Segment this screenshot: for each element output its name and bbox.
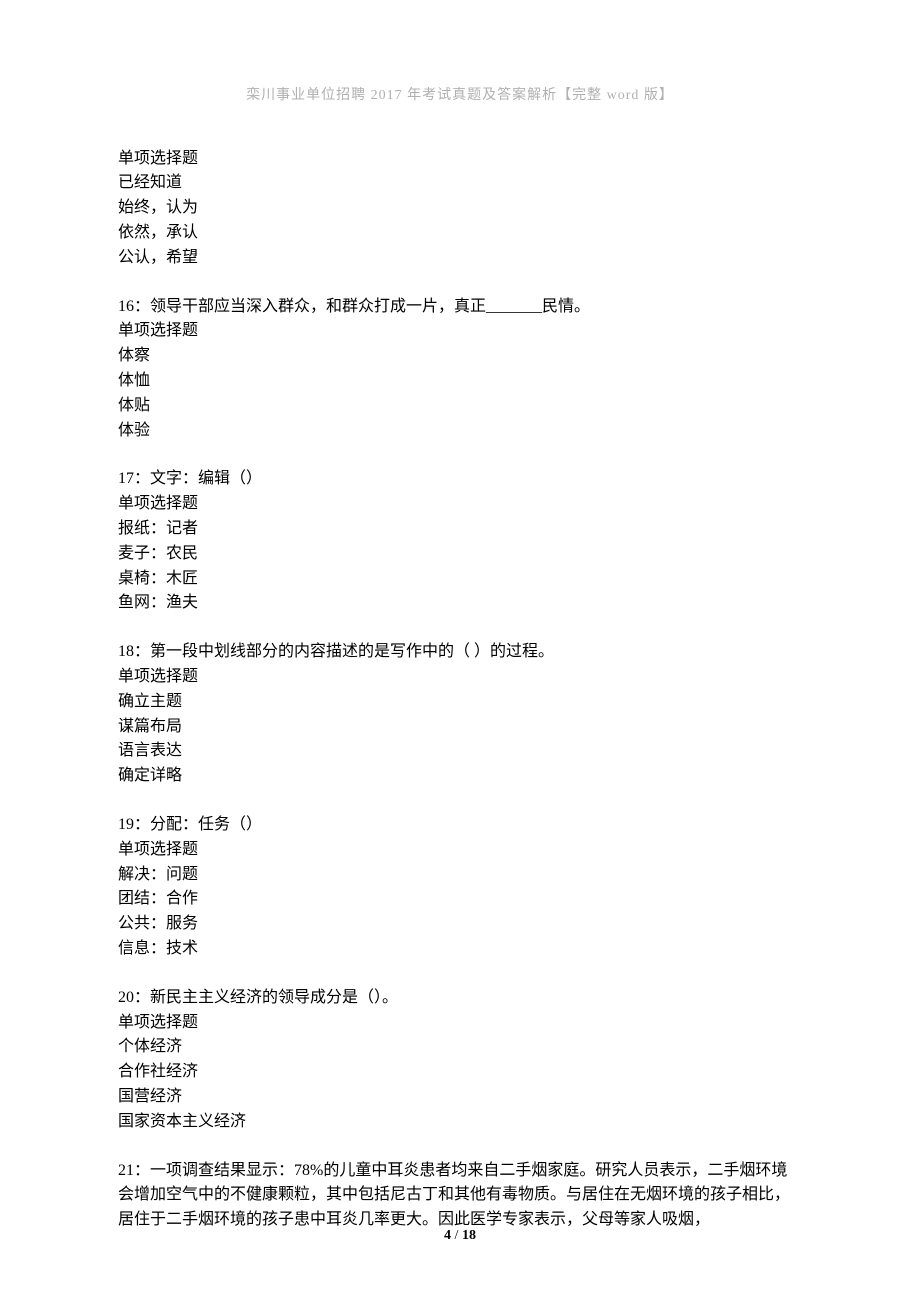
text-line: 单项选择题 [118, 665, 802, 690]
question-block-15-tail: 单项选择题 已经知道 始终，认为 依然，承认 公认，希望 [118, 147, 802, 271]
text-line: 单项选择题 [118, 838, 802, 863]
option-b: 团结：合作 [118, 887, 802, 912]
question-text: 18：第一段中划线部分的内容描述的是写作中的（ ）的过程。 [118, 640, 802, 665]
option-c: 桌椅：木匠 [118, 567, 802, 592]
page-total: 18 [462, 1228, 476, 1243]
question-block-18: 18：第一段中划线部分的内容描述的是写作中的（ ）的过程。 单项选择题 确立主题… [118, 640, 802, 789]
question-block-20: 20：新民主主义经济的领导成分是（）。 单项选择题 个体经济 合作社经济 国营经… [118, 986, 802, 1135]
option-a: 体察 [118, 344, 802, 369]
text-line: 单项选择题 [118, 147, 802, 172]
option-c: 体贴 [118, 394, 802, 419]
option-a: 个体经济 [118, 1035, 802, 1060]
text-line: 始终，认为 [118, 196, 802, 221]
option-d: 信息：技术 [118, 937, 802, 962]
question-text: 20：新民主主义经济的领导成分是（）。 [118, 986, 802, 1011]
text-line: 公认，希望 [118, 246, 802, 271]
question-text: 16：领导干部应当深入群众，和群众打成一片，真正_______民情。 [118, 295, 802, 320]
option-b: 合作社经济 [118, 1060, 802, 1085]
option-b: 麦子：农民 [118, 542, 802, 567]
question-text-line-1: 21：一项调查结果显示：78%的儿童中耳炎患者均来自二手烟家庭。研究人员表示，二… [118, 1159, 802, 1233]
option-d: 确定详略 [118, 764, 802, 789]
option-a: 确立主题 [118, 690, 802, 715]
option-b: 谋篇布局 [118, 715, 802, 740]
text-line: 已经知道 [118, 171, 802, 196]
option-c: 公共：服务 [118, 912, 802, 937]
text-line: 单项选择题 [118, 319, 802, 344]
option-d: 鱼网：渔夫 [118, 591, 802, 616]
option-c: 国营经济 [118, 1085, 802, 1110]
question-block-17: 17：文字：编辑（） 单项选择题 报纸：记者 麦子：农民 桌椅：木匠 鱼网：渔夫 [118, 467, 802, 616]
text-line: 单项选择题 [118, 492, 802, 517]
page-sep: / [451, 1228, 462, 1243]
option-d: 国家资本主义经济 [118, 1110, 802, 1135]
question-block-19: 19：分配：任务（） 单项选择题 解决：问题 团结：合作 公共：服务 信息：技术 [118, 813, 802, 962]
option-d: 体验 [118, 419, 802, 444]
option-c: 语言表达 [118, 739, 802, 764]
page-header: 栾川事业单位招聘 2017 年考试真题及答案解析【完整 word 版】 [118, 85, 802, 107]
page-current: 4 [444, 1228, 451, 1243]
document-content: 单项选择题 已经知道 始终，认为 依然，承认 公认，希望 16：领导干部应当深入… [118, 147, 802, 1233]
page-footer: 4 / 18 [0, 1225, 920, 1247]
question-block-16: 16：领导干部应当深入群众，和群众打成一片，真正_______民情。 单项选择题… [118, 295, 802, 444]
text-line: 单项选择题 [118, 1011, 802, 1036]
question-block-21: 21：一项调查结果显示：78%的儿童中耳炎患者均来自二手烟家庭。研究人员表示，二… [118, 1159, 802, 1233]
question-text: 19：分配：任务（） [118, 813, 802, 838]
text-line: 依然，承认 [118, 221, 802, 246]
option-a: 解决：问题 [118, 863, 802, 888]
option-b: 体恤 [118, 369, 802, 394]
option-a: 报纸：记者 [118, 517, 802, 542]
question-text: 17：文字：编辑（） [118, 467, 802, 492]
